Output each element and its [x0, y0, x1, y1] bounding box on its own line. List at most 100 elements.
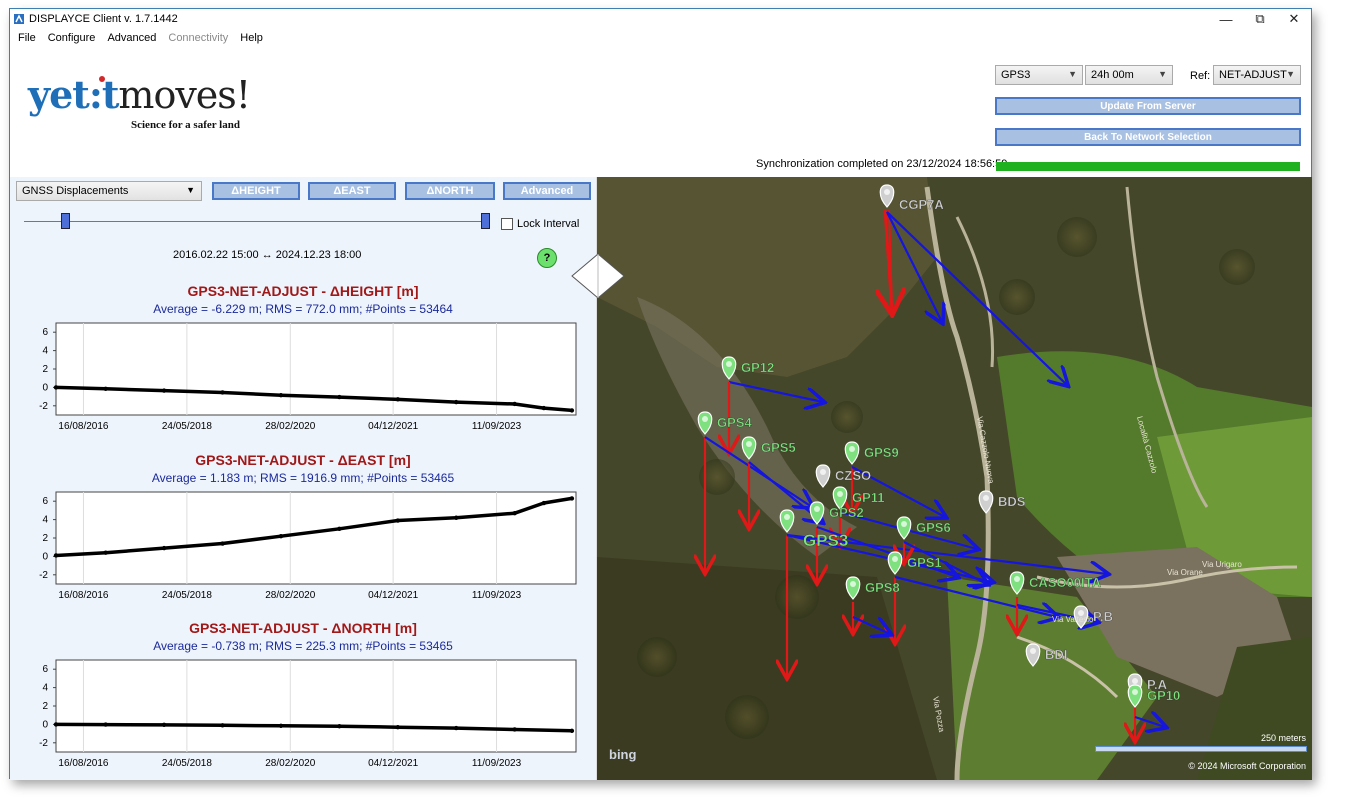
advanced-button[interactable]: Advanced	[503, 182, 591, 200]
y-tick-label: -2	[39, 401, 48, 412]
data-point	[337, 724, 342, 729]
road-label: Via Valtesio	[1052, 615, 1094, 624]
close-icon[interactable]: ✕	[1277, 9, 1311, 29]
data-point	[161, 545, 167, 551]
interval-slider-track[interactable]	[24, 221, 490, 222]
data-point	[220, 390, 225, 395]
interval-slider-end-handle[interactable]	[481, 213, 490, 229]
period-select-value: 24h 00m	[1091, 69, 1134, 81]
logo: yet:tmoves! Science for a safer land	[28, 75, 288, 135]
y-tick-label: 6	[42, 496, 48, 507]
chevron-down-icon: ▼	[1068, 69, 1077, 79]
chevron-down-icon: ▼	[1158, 69, 1167, 79]
data-point	[161, 722, 167, 728]
map-pin-dot	[1014, 576, 1020, 582]
y-tick-label: 2	[42, 701, 48, 712]
lock-interval-checkbox[interactable]	[501, 218, 513, 230]
menu-advanced[interactable]: Advanced	[107, 32, 156, 44]
station-label: GPS1	[907, 555, 942, 570]
x-tick-label: 04/12/2021	[368, 421, 418, 432]
data-point	[53, 722, 59, 727]
title-bar: DISPLAYCE Client v. 1.7.1442 — ⧉ ✕	[10, 9, 1311, 29]
data-point	[541, 500, 547, 506]
x-tick-label: 16/08/2016	[58, 590, 108, 601]
chart-title: GPS3-NET-ADJUST - ΔHEIGHT [m]	[187, 283, 419, 299]
data-point	[161, 388, 167, 393]
data-point	[454, 515, 459, 520]
data-point	[512, 510, 517, 516]
map-pin-dot	[884, 189, 890, 195]
x-tick-label: 11/09/2023	[472, 590, 522, 601]
back-to-network-button[interactable]: Back To Network Selection	[995, 128, 1301, 146]
station-label: P.B	[1093, 609, 1113, 624]
interval-slider-start-handle[interactable]	[61, 213, 70, 229]
station-label: GPS6	[916, 520, 951, 535]
ref-select[interactable]: NET-ADJUST ▼	[1213, 65, 1301, 85]
plot-area	[55, 322, 577, 416]
scale-bar	[1095, 746, 1307, 752]
station-label: GPS4	[717, 415, 752, 430]
station-label: GPS5	[761, 440, 796, 455]
road-label: Via Orane	[1167, 568, 1203, 577]
chart-title: GPS3-NET-ADJUST - ΔNORTH [m]	[189, 620, 417, 636]
y-tick-label: -2	[39, 570, 48, 581]
y-tick-label: 4	[42, 515, 48, 526]
y-tick-label: -2	[39, 738, 48, 749]
bing-logo: bing	[609, 747, 637, 762]
data-point	[454, 725, 459, 731]
map-copyright: © 2024 Microsoft Corporation	[1188, 761, 1306, 771]
help-button[interactable]: ?	[537, 248, 557, 268]
period-select[interactable]: 24h 00m ▼	[1085, 65, 1173, 85]
deast-button[interactable]: ΔEAST	[308, 182, 396, 200]
data-point	[278, 533, 284, 539]
map-pin-dot	[983, 495, 989, 501]
map-pin-dot	[850, 581, 856, 587]
station-select[interactable]: GPS3 ▼	[995, 65, 1083, 85]
sync-progress-bar	[996, 162, 1300, 171]
minimize-icon[interactable]: —	[1209, 9, 1243, 29]
chart-subtitle: Average = 1.183 m; RMS = 1916.9 mm; #Poi…	[151, 471, 455, 485]
data-point	[220, 723, 225, 728]
station-label: BDI	[1045, 647, 1067, 662]
logo-tagline: Science for a safer land	[131, 119, 240, 131]
restore-icon[interactable]: ⧉	[1243, 9, 1277, 29]
station-label: GP11	[852, 490, 885, 505]
y-tick-label: 2	[42, 364, 48, 375]
data-point	[103, 386, 108, 391]
map-view[interactable]: CGP7A GP12 GPS4 GPS5 GPS9 CZSO GP11 GPS2 GPS3 GPS…	[597, 177, 1312, 780]
collapse-panel-toggle[interactable]	[571, 253, 625, 299]
menu-help[interactable]: Help	[240, 32, 263, 44]
x-tick-label: 16/08/2016	[58, 758, 108, 769]
station-label: GP12	[741, 360, 774, 375]
chevron-down-icon: ▼	[1286, 69, 1295, 79]
x-tick-label: 28/02/2020	[265, 590, 315, 601]
map-pin-dot	[1132, 689, 1138, 695]
map-pin-dot	[820, 469, 826, 475]
plot-area	[55, 659, 577, 753]
data-point	[395, 518, 400, 523]
mode-select[interactable]: GNSS Displacements ▼	[16, 181, 202, 201]
plot-area	[55, 491, 577, 585]
dheight-chart: 16/08/2016 24/05/2018 28/02/2020 04/12/2021…	[39, 322, 577, 432]
update-from-server-button[interactable]: Update From Server	[995, 97, 1301, 115]
dheight-button[interactable]: ΔHEIGHT	[212, 182, 300, 200]
sync-status: Synchronization completed on 23/12/2024 …	[756, 158, 1008, 170]
logo-brand-yet: yet	[28, 72, 90, 117]
menu-configure[interactable]: Configure	[48, 32, 96, 44]
data-point	[395, 397, 400, 402]
y-tick-label: 4	[42, 346, 48, 357]
menu-file[interactable]: File	[18, 32, 36, 44]
chart-title: GPS3-NET-ADJUST - ΔEAST [m]	[195, 452, 411, 468]
chart-subtitle: Average = -0.738 m; RMS = 225.3 mm; #Poi…	[153, 639, 453, 653]
data-point	[53, 385, 59, 390]
station-label: GPS2	[829, 505, 864, 520]
mode-select-value: GNSS Displacements	[22, 185, 129, 197]
map-pin-dot	[1030, 648, 1036, 654]
map-canvas[interactable]: CGP7A GP12 GPS4 GPS5 GPS9 CZSO GP11GPS2 GPS3 GPS…	[597, 177, 1312, 780]
data-point	[569, 496, 575, 501]
data-point	[53, 553, 59, 558]
header: yet:tmoves! Science for a safer land GPS…	[10, 47, 1311, 177]
menu-connectivity: Connectivity	[168, 32, 229, 44]
dnorth-button[interactable]: ΔNORTH	[405, 182, 495, 200]
road-label: Via Urigaro	[1202, 560, 1242, 569]
